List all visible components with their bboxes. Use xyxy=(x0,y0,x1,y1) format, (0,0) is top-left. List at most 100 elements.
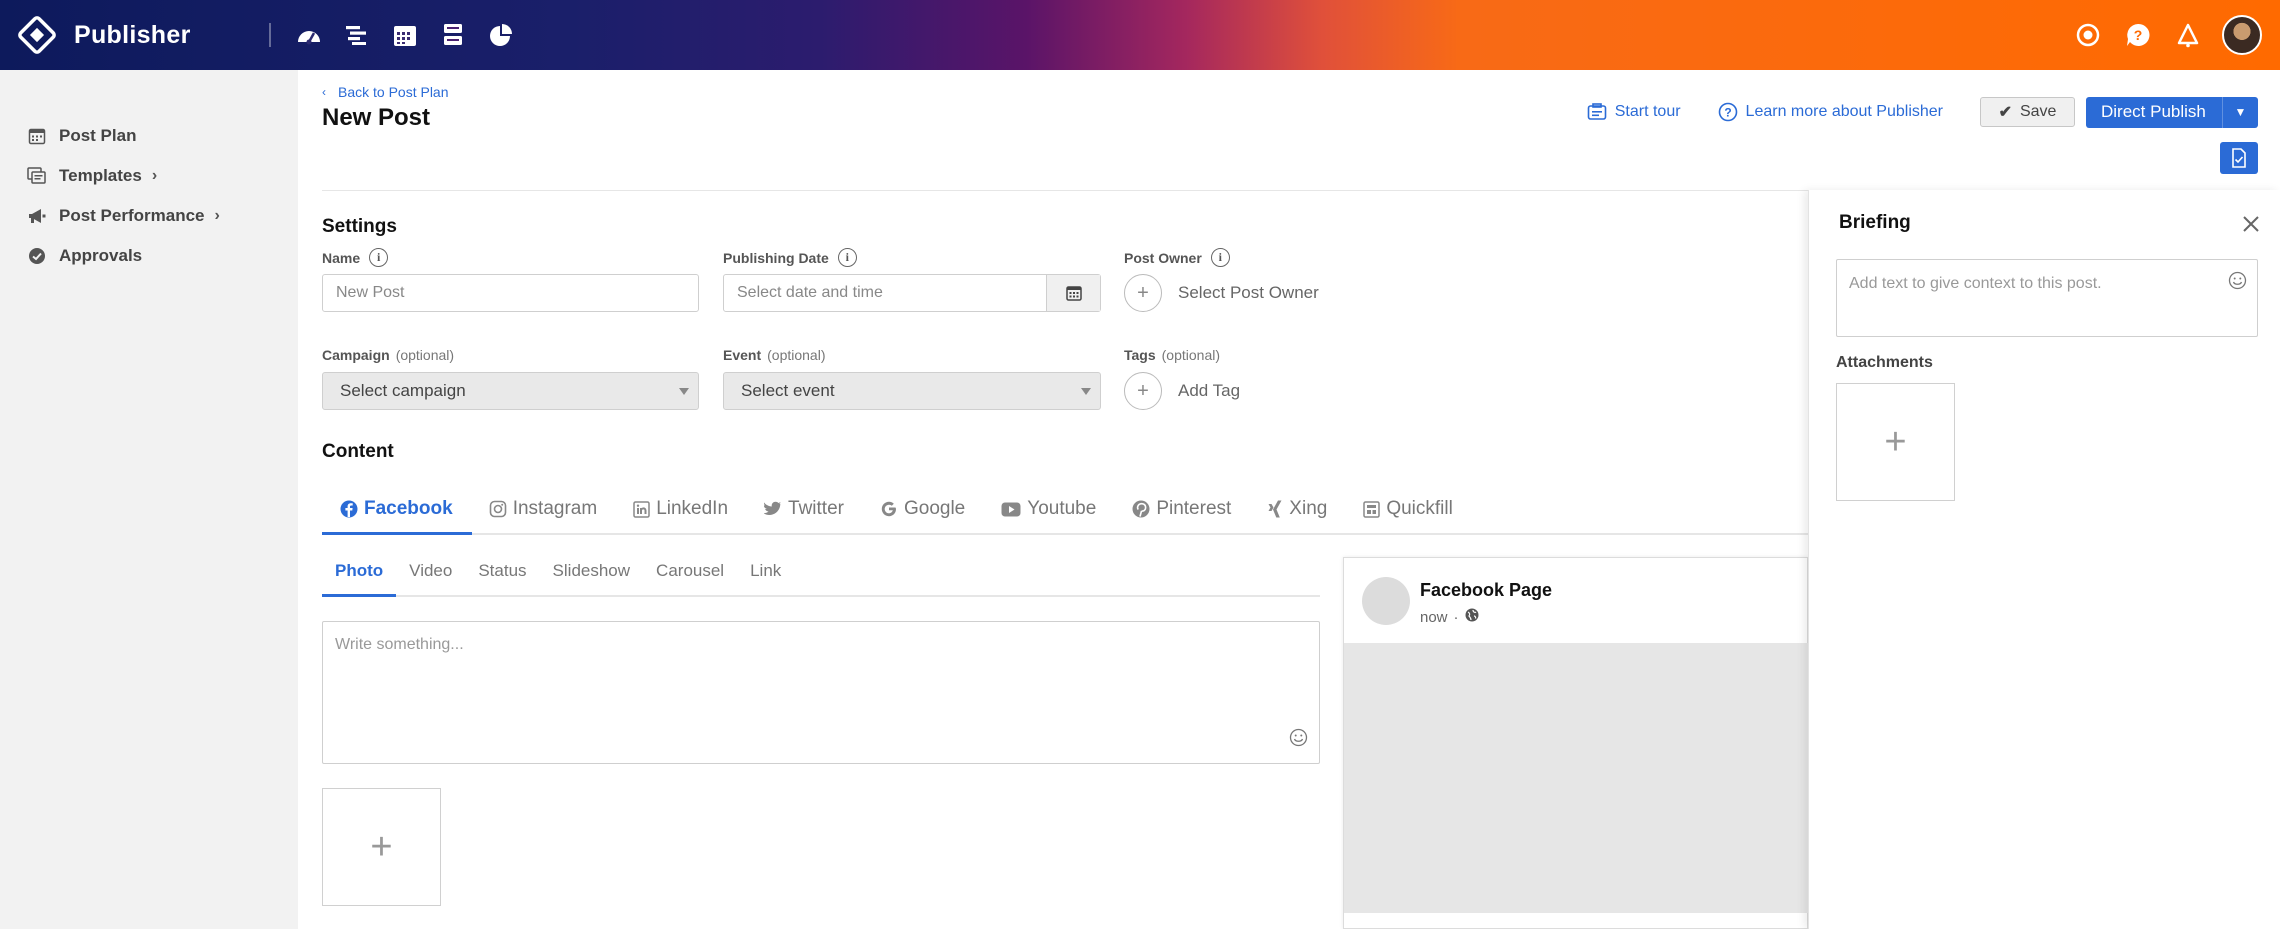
tab-youtube[interactable]: Youtube xyxy=(983,484,1114,534)
question-circle-icon: ? xyxy=(1718,102,1738,122)
name-field[interactable]: New Post xyxy=(322,274,699,312)
publishing-date-label-text: Publishing Date xyxy=(723,249,829,266)
templates-icon xyxy=(26,165,48,187)
pie-chart-icon[interactable] xyxy=(485,19,517,51)
plus-icon: + xyxy=(370,825,393,868)
emoji-icon[interactable] xyxy=(2228,271,2247,295)
network-tabs-divider xyxy=(322,533,1808,535)
quickfill-icon xyxy=(1363,500,1381,518)
event-select[interactable]: Select event xyxy=(723,372,1101,410)
dashboard-icon[interactable] xyxy=(293,19,325,51)
globe-icon xyxy=(1465,608,1479,626)
youtube-icon xyxy=(1001,502,1021,517)
campaign-label: Campaign (optional) xyxy=(322,347,454,363)
campaign-select[interactable]: Select campaign xyxy=(322,372,699,410)
cards-icon[interactable] xyxy=(437,19,469,51)
start-tour-link[interactable]: Start tour xyxy=(1587,103,1681,121)
publish-label: Direct Publish xyxy=(2101,102,2206,121)
tab-label: Pinterest xyxy=(1156,498,1232,519)
settings-title: Settings xyxy=(322,216,397,237)
tab-label: Youtube xyxy=(1027,498,1097,519)
save-button[interactable]: ✔ Save xyxy=(1980,97,2075,127)
publishing-date-placeholder: Select date and time xyxy=(737,284,883,301)
optional-text: (optional) xyxy=(1161,347,1221,363)
sidebar-item-post-plan[interactable]: Post Plan xyxy=(26,125,136,147)
sidebar-item-templates[interactable]: Templates › xyxy=(26,165,157,187)
tab-quickfill[interactable]: Quickfill xyxy=(1345,484,1471,534)
tab-video[interactable]: Video xyxy=(396,546,465,596)
info-icon[interactable]: i xyxy=(837,248,857,267)
info-icon[interactable]: i xyxy=(369,248,389,267)
back-link[interactable]: ‹ Back to Post Plan xyxy=(322,84,449,100)
content-title: Content xyxy=(322,441,394,462)
add-tag-label: Add Tag xyxy=(1178,381,1241,400)
campaign-label-text: Campaign xyxy=(322,347,390,363)
preview-separator: · xyxy=(1453,608,1459,626)
svg-text:?: ? xyxy=(1724,106,1731,120)
preview-time: now xyxy=(1420,608,1448,626)
close-icon[interactable] xyxy=(2242,212,2260,240)
publishing-date-field[interactable]: Select date and time xyxy=(723,274,1101,312)
chevron-left-icon: ‹ xyxy=(322,85,326,99)
tour-icon xyxy=(1587,103,1607,121)
target-icon[interactable] xyxy=(2072,19,2104,51)
tab-pinterest[interactable]: Pinterest xyxy=(1114,484,1249,534)
tab-carousel[interactable]: Carousel xyxy=(643,546,737,596)
optional-text: (optional) xyxy=(767,347,826,363)
emoji-icon[interactable] xyxy=(1289,728,1308,752)
tab-twitter[interactable]: Twitter xyxy=(746,484,862,534)
tab-status[interactable]: Status xyxy=(465,546,539,596)
add-media-button[interactable]: + xyxy=(322,788,441,906)
save-label: Save xyxy=(2019,103,2057,120)
add-attachment-button[interactable]: + xyxy=(1836,383,1955,501)
tab-label: Quickfill xyxy=(1386,498,1453,519)
brand[interactable]: Publisher xyxy=(18,16,191,54)
preview-meta: now · xyxy=(1420,608,1479,626)
event-label: Event (optional) xyxy=(723,347,826,363)
page-title: New Post xyxy=(322,104,431,131)
xing-icon xyxy=(1267,500,1283,518)
publisher-logo-icon xyxy=(18,16,56,54)
facebook-post-preview: Facebook Page now · xyxy=(1343,557,1809,929)
start-tour-label: Start tour xyxy=(1614,103,1681,120)
chevron-right-icon: › xyxy=(151,167,158,184)
select-post-owner-label: Select Post Owner xyxy=(1178,283,1319,302)
tab-google[interactable]: Google xyxy=(862,484,983,534)
briefing-placeholder: Add text to give context to this post. xyxy=(1849,275,2102,292)
learn-more-link[interactable]: ? Learn more about Publisher xyxy=(1718,102,1943,122)
direct-publish-button[interactable]: Direct Publish ▼ xyxy=(2086,96,2258,128)
info-icon[interactable]: i xyxy=(1210,248,1230,267)
bell-icon[interactable] xyxy=(2172,19,2204,51)
caret-down-icon[interactable]: ▼ xyxy=(2222,96,2258,128)
briefing-text-input[interactable]: Add text to give context to this post. xyxy=(1836,259,2258,337)
tab-facebook[interactable]: Facebook xyxy=(322,484,471,534)
briefing-toggle-button[interactable] xyxy=(2220,142,2258,174)
tab-xing[interactable]: Xing xyxy=(1249,484,1345,534)
tab-label: Instagram xyxy=(512,498,598,519)
select-post-owner-button[interactable]: + Select Post Owner xyxy=(1124,274,1319,312)
list-icon[interactable] xyxy=(341,19,373,51)
calendar-picker-icon[interactable] xyxy=(1046,275,1100,311)
add-tag-button[interactable]: + Add Tag xyxy=(1124,372,1240,410)
page-avatar xyxy=(1362,577,1410,625)
top-right-actions: ? xyxy=(2072,15,2262,55)
post-owner-label-text: Post Owner xyxy=(1124,249,1202,266)
user-avatar[interactable] xyxy=(2222,15,2262,55)
calendar-grid-icon[interactable] xyxy=(389,19,421,51)
tab-photo[interactable]: Photo xyxy=(322,546,396,596)
tab-link[interactable]: Link xyxy=(737,546,794,596)
caret-down-icon xyxy=(679,388,689,395)
tab-linkedin[interactable]: LinkedIn xyxy=(615,484,746,534)
network-tabs: Facebook Instagram LinkedIn Twitter Goog… xyxy=(322,484,1471,534)
tab-slideshow[interactable]: Slideshow xyxy=(540,546,644,596)
sidebar-item-post-performance[interactable]: Post Performance › xyxy=(26,205,220,227)
post-text-input[interactable]: Write something... xyxy=(322,621,1320,764)
name-label: Name i xyxy=(322,248,389,267)
help-icon[interactable]: ? xyxy=(2122,19,2154,51)
caret-down-icon xyxy=(1081,388,1091,395)
calendar-icon xyxy=(26,125,48,147)
tab-instagram[interactable]: Instagram xyxy=(471,484,615,534)
sidebar-item-approvals[interactable]: Approvals xyxy=(26,245,142,267)
top-bar: Publisher ? xyxy=(0,0,2280,70)
instagram-icon xyxy=(489,500,507,518)
